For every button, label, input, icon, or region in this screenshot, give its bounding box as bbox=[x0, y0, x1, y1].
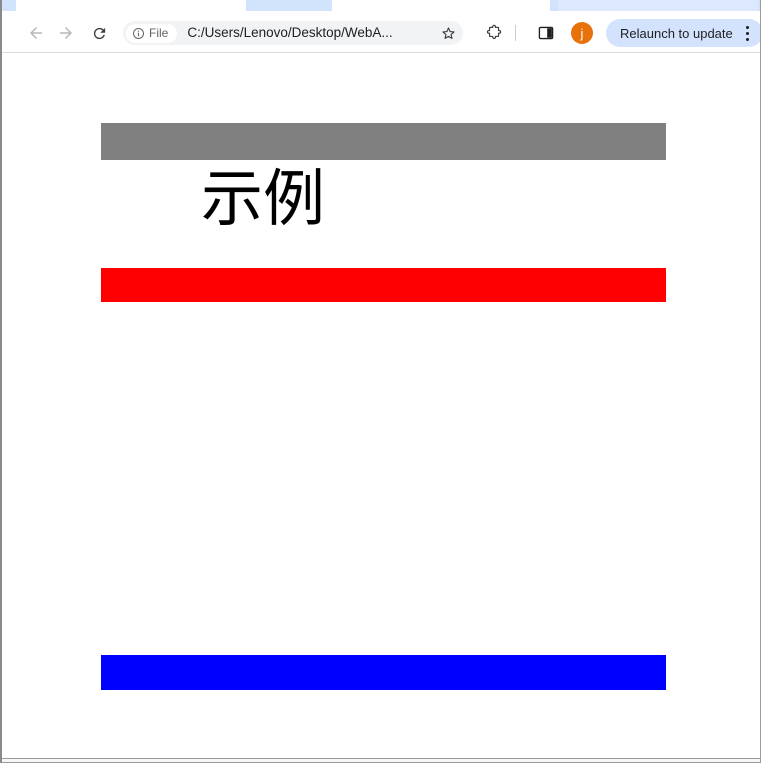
relaunch-to-update-button[interactable]: Relaunch to update bbox=[606, 19, 760, 47]
browser-toolbar: File C:/Users/Lenovo/Desktop/WebA... j R… bbox=[2, 11, 760, 53]
arrow-left-icon bbox=[30, 27, 42, 39]
background-window-sliver bbox=[2, 758, 760, 762]
red-bar bbox=[101, 268, 666, 302]
forward-button[interactable] bbox=[54, 21, 78, 45]
back-button[interactable] bbox=[24, 21, 48, 45]
reload-button[interactable] bbox=[87, 21, 111, 45]
three-dot-menu-icon[interactable] bbox=[739, 22, 757, 44]
bookmark-button[interactable] bbox=[436, 21, 460, 45]
toolbar-divider bbox=[515, 25, 516, 41]
page-content: 示例 bbox=[4, 54, 760, 762]
page-heading: 示例 bbox=[201, 162, 326, 235]
info-circle-icon bbox=[133, 27, 144, 39]
url-text[interactable]: C:/Users/Lenovo/Desktop/WebA... bbox=[187, 26, 436, 40]
browser-tab[interactable] bbox=[16, 0, 246, 11]
arrow-right-icon bbox=[60, 27, 72, 39]
relaunch-label: Relaunch to update bbox=[620, 25, 733, 41]
avatar[interactable]: j bbox=[571, 22, 593, 44]
star-icon bbox=[441, 26, 455, 39]
browser-tab[interactable] bbox=[558, 0, 758, 11]
reload-icon bbox=[93, 27, 105, 39]
grey-bar bbox=[101, 123, 666, 160]
blue-bar bbox=[101, 655, 666, 690]
scheme-chip[interactable]: File bbox=[126, 23, 178, 43]
browser-tab[interactable] bbox=[332, 0, 550, 11]
puzzle-piece-icon bbox=[486, 24, 501, 39]
side-panel-button[interactable] bbox=[534, 21, 558, 45]
side-panel-icon bbox=[538, 26, 554, 40]
scheme-chip-label: File bbox=[149, 26, 169, 40]
tab-strip bbox=[2, 0, 760, 11]
address-bar[interactable]: File C:/Users/Lenovo/Desktop/WebA... bbox=[123, 21, 463, 45]
extensions-button[interactable] bbox=[481, 21, 505, 45]
browser-window: File C:/Users/Lenovo/Desktop/WebA... j R… bbox=[0, 0, 761, 763]
